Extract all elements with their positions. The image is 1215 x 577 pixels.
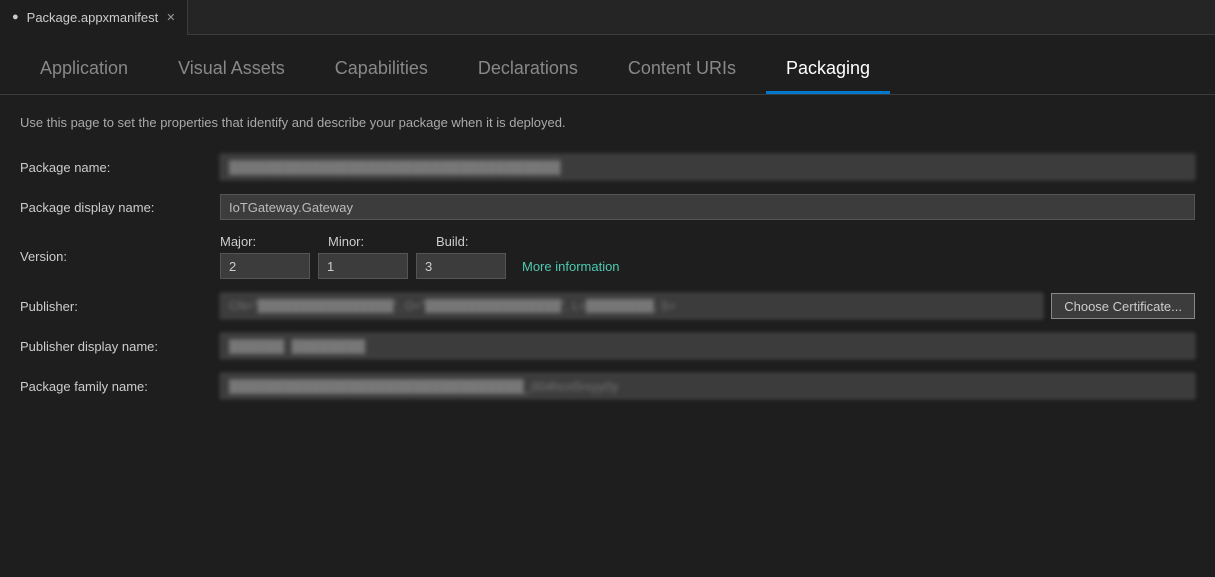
version-inputs: More information <box>220 253 620 279</box>
choose-certificate-button[interactable]: Choose Certificate... <box>1051 293 1195 319</box>
major-label: Major: <box>220 234 320 249</box>
publisher-input[interactable] <box>220 293 1043 319</box>
tab-content-uris[interactable]: Content URIs <box>608 50 756 94</box>
page-description: Use this page to set the properties that… <box>20 115 1195 130</box>
tab-application[interactable]: Application <box>20 50 148 94</box>
close-tab-button[interactable]: ✕ <box>166 11 175 24</box>
tab-capabilities[interactable]: Capabilities <box>315 50 448 94</box>
tab-declarations[interactable]: Declarations <box>458 50 598 94</box>
more-information-link[interactable]: More information <box>522 259 620 274</box>
package-display-name-input[interactable] <box>220 194 1195 220</box>
nav-tabs: Application Visual Assets Capabilities D… <box>0 35 1215 95</box>
package-name-row: Package name: <box>20 154 1195 180</box>
version-container: Major: Minor: Build: More information <box>220 234 620 279</box>
file-tab[interactable]: ● Package.appxmanifest ✕ <box>0 0 188 35</box>
package-display-name-label: Package display name: <box>20 200 220 215</box>
publisher-display-name-input[interactable] <box>220 333 1195 359</box>
publisher-display-name-row: Publisher display name: <box>20 333 1195 359</box>
publisher-row: Publisher: Choose Certificate... <box>20 293 1195 319</box>
publisher-input-wrap: Choose Certificate... <box>220 293 1195 319</box>
content-area: Use this page to set the properties that… <box>0 95 1215 433</box>
version-build-input[interactable] <box>416 253 506 279</box>
save-dot-icon: ● <box>12 11 19 23</box>
tab-packaging[interactable]: Packaging <box>766 50 890 94</box>
build-label: Build: <box>436 234 536 249</box>
tab-label: Package.appxmanifest <box>27 10 159 25</box>
version-label: Version: <box>20 249 220 264</box>
publisher-display-name-label: Publisher display name: <box>20 339 220 354</box>
package-name-label: Package name: <box>20 160 220 175</box>
minor-label: Minor: <box>328 234 428 249</box>
version-row: Version: Major: Minor: Build: More infor… <box>20 234 1195 279</box>
package-name-input[interactable] <box>220 154 1195 180</box>
package-family-name-label: Package family name: <box>20 379 220 394</box>
title-bar: ● Package.appxmanifest ✕ <box>0 0 1215 35</box>
package-display-name-row: Package display name: <box>20 194 1195 220</box>
version-labels: Major: Minor: Build: <box>220 234 620 249</box>
tab-visual-assets[interactable]: Visual Assets <box>158 50 305 94</box>
version-major-input[interactable] <box>220 253 310 279</box>
package-family-name-input[interactable] <box>220 373 1195 399</box>
publisher-label: Publisher: <box>20 299 220 314</box>
package-family-name-row: Package family name: <box>20 373 1195 399</box>
version-minor-input[interactable] <box>318 253 408 279</box>
